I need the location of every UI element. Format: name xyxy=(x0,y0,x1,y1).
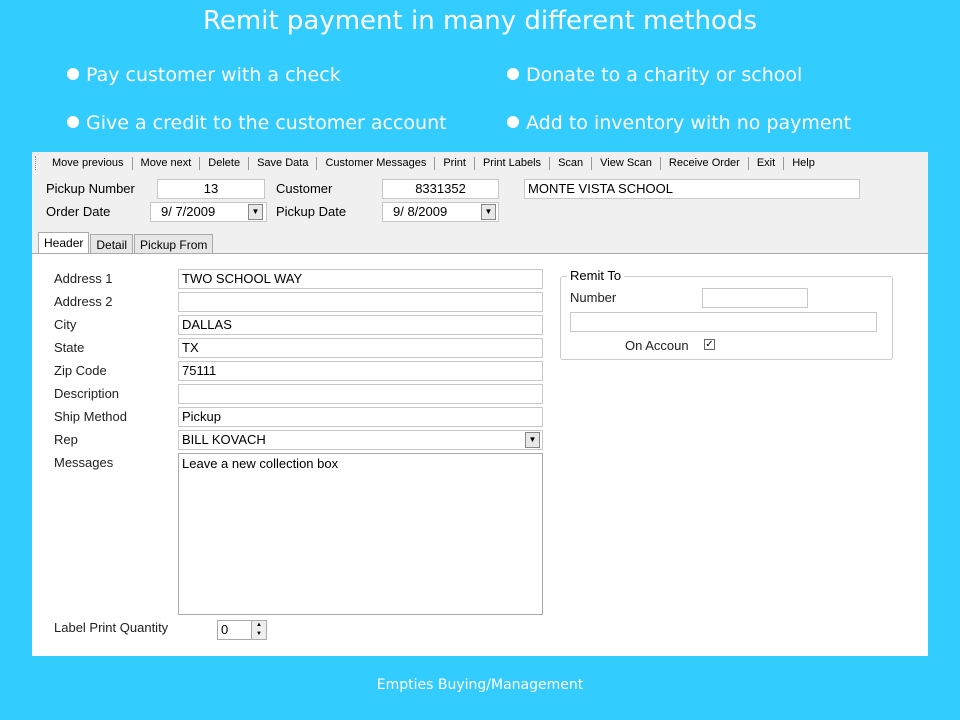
rep-select[interactable]: BILL KOVACH xyxy=(178,430,543,450)
messages-textarea[interactable]: Leave a new collection box xyxy=(178,453,543,615)
bullet-credit: Give a credit to the customer account xyxy=(67,112,447,134)
bullet-dot-icon xyxy=(67,68,79,80)
print-button[interactable]: Print xyxy=(435,156,475,170)
move-next-button[interactable]: Move next xyxy=(133,156,201,170)
bullet-inventory: Add to inventory with no payment xyxy=(507,112,851,134)
tab-pickup-from[interactable]: Pickup From xyxy=(134,234,214,255)
help-button[interactable]: Help xyxy=(784,157,823,170)
bullet-text: Give a credit to the customer account xyxy=(86,112,447,134)
messages-label: Messages xyxy=(54,455,114,470)
state-label: State xyxy=(54,340,85,355)
toolbar: Move previous Move next Delete Save Data… xyxy=(32,152,928,175)
remit-number-field[interactable] xyxy=(702,288,808,308)
address1-field[interactable]: TWO SCHOOL WAY xyxy=(178,269,543,289)
pickup-date-label: Pickup Date xyxy=(276,204,347,219)
zip-code-field[interactable]: 75111 xyxy=(178,361,543,381)
delete-button[interactable]: Delete xyxy=(200,156,250,170)
label-print-quantity-value: 0 xyxy=(221,622,229,637)
address1-label: Address 1 xyxy=(54,271,113,286)
tab-detail[interactable]: Detail xyxy=(90,234,134,255)
remit-to-group: Remit To Number On Accoun ✓ xyxy=(560,268,893,360)
pickup-number-label: Pickup Number xyxy=(46,181,135,196)
rep-label: Rep xyxy=(54,432,78,447)
customer-name-field[interactable]: MONTE VISTA SCHOOL xyxy=(524,179,860,199)
pickup-number-field[interactable]: 13 xyxy=(157,179,265,199)
pickup-date-dropdown-icon[interactable]: ▼ xyxy=(481,204,496,220)
customer-label: Customer xyxy=(276,181,333,196)
address2-field[interactable] xyxy=(178,292,543,312)
description-field[interactable] xyxy=(178,384,543,404)
bullet-dot-icon xyxy=(507,68,519,80)
description-label: Description xyxy=(54,386,120,401)
exit-button[interactable]: Exit xyxy=(749,156,785,170)
bullet-pay-check: Pay customer with a check xyxy=(67,64,341,86)
remit-to-legend: Remit To xyxy=(567,268,625,283)
tab-strip: Header Detail Pickup From xyxy=(38,232,214,256)
header-tab-panel: Address 1 TWO SCHOOL WAY Address 2 City … xyxy=(32,253,928,656)
on-account-label: On Accoun xyxy=(625,338,689,353)
zip-code-label: Zip Code xyxy=(54,363,107,378)
move-previous-button[interactable]: Move previous xyxy=(44,156,133,170)
address2-label: Address 2 xyxy=(54,294,113,309)
city-label: City xyxy=(54,317,77,332)
rep-value: BILL KOVACH xyxy=(182,432,266,447)
print-labels-button[interactable]: Print Labels xyxy=(475,156,551,170)
slide-footer: Empties Buying/Management xyxy=(376,677,584,693)
remit-extra-field[interactable] xyxy=(570,312,877,332)
toolbar-grip[interactable] xyxy=(35,156,40,170)
bullet-text: Add to inventory with no payment xyxy=(526,112,852,134)
label-print-quantity-stepper[interactable]: 0 ▲ ▼ xyxy=(217,620,267,640)
app-window: Move previous Move next Delete Save Data… xyxy=(32,152,928,656)
remit-number-label: Number xyxy=(570,290,617,305)
ship-method-field[interactable]: Pickup xyxy=(178,407,543,427)
customer-number-field[interactable]: 8331352 xyxy=(382,179,499,199)
ship-method-label: Ship Method xyxy=(54,409,127,424)
scan-button[interactable]: Scan xyxy=(550,156,593,170)
view-scan-button[interactable]: View Scan xyxy=(592,156,661,170)
bullet-text: Pay customer with a check xyxy=(86,64,341,86)
city-field[interactable]: DALLAS xyxy=(178,315,543,335)
receive-order-button[interactable]: Receive Order xyxy=(661,156,749,170)
state-field[interactable]: TX xyxy=(178,338,543,358)
label-print-quantity-label: Label Print Quantity xyxy=(54,620,169,635)
bullet-dot-icon xyxy=(67,116,79,128)
spin-arrows-icon[interactable]: ▲ ▼ xyxy=(251,621,266,639)
order-date-label: Order Date xyxy=(46,204,111,219)
bullet-donate: Donate to a charity or school xyxy=(507,64,802,86)
rep-dropdown-icon[interactable]: ▼ xyxy=(525,432,540,448)
bullet-dot-icon xyxy=(507,116,519,128)
order-date-dropdown-icon[interactable]: ▼ xyxy=(248,204,263,220)
on-account-checkbox[interactable]: ✓ xyxy=(704,339,715,350)
slide-title: Remit payment in many different methods xyxy=(203,6,757,36)
customer-messages-button[interactable]: Customer Messages xyxy=(317,156,436,170)
save-data-button[interactable]: Save Data xyxy=(249,156,318,170)
bullet-text: Donate to a charity or school xyxy=(526,64,803,86)
